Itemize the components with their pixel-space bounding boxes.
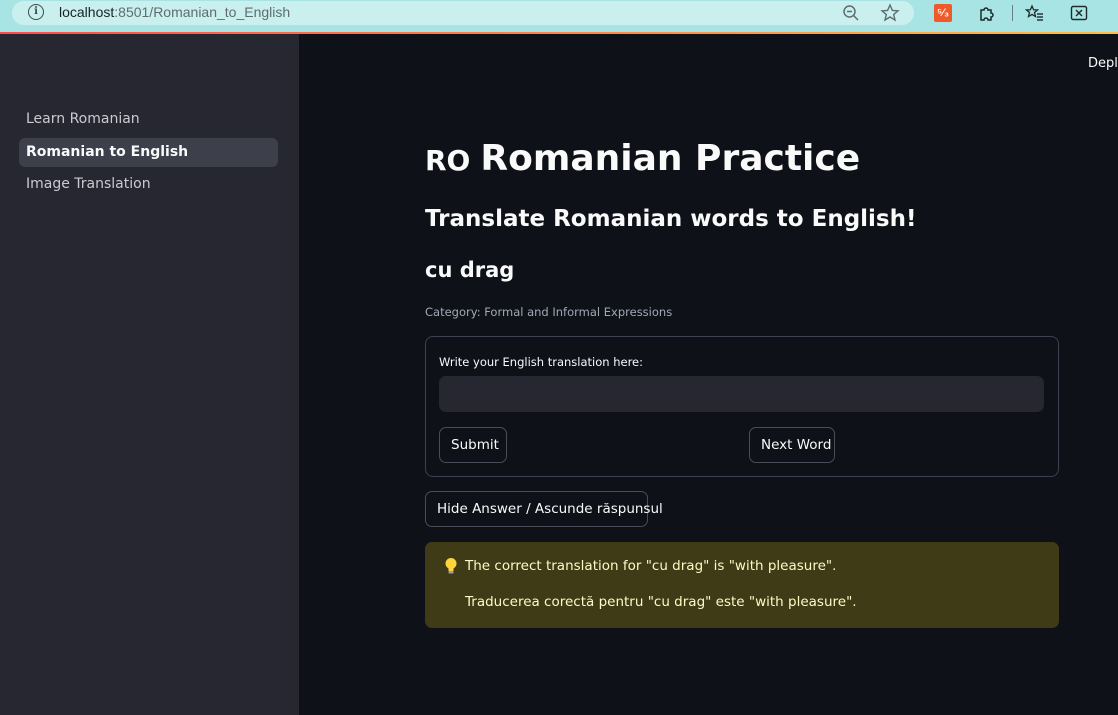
page-title-text: Romanian Practice (480, 138, 861, 179)
translation-input-label: Write your English translation here: (439, 355, 643, 369)
sidebar-item-learn-romanian[interactable]: Learn Romanian (19, 105, 278, 134)
toolbar-divider (1012, 5, 1013, 21)
answer-english: The correct translation for "cu drag" is… (465, 558, 837, 574)
browser-toolbar: i localhost:8501/Romanian_to_English ⁵⁄₃ (0, 0, 1118, 32)
lightbulb-icon (445, 558, 457, 574)
url-host: localhost (59, 4, 115, 20)
deploy-button[interactable]: Deploy (1088, 56, 1118, 71)
extensions-puzzle-icon[interactable] (977, 3, 997, 23)
sidebar (0, 34, 299, 715)
favorite-star-icon[interactable] (880, 3, 900, 23)
url-path: :8501/Romanian_to_English (114, 4, 291, 20)
translation-input[interactable] (439, 376, 1044, 412)
favorites-list-icon[interactable] (1025, 3, 1045, 23)
next-word-button[interactable]: Next Word (749, 427, 835, 463)
romanian-word: cu drag (425, 258, 515, 282)
answer-info-box (425, 542, 1059, 628)
sidebar-item-romanian-to-english[interactable]: Romanian to English (19, 138, 278, 167)
url-text[interactable]: localhost:8501/Romanian_to_English (59, 4, 290, 20)
romania-flag-label: RO (425, 144, 471, 177)
sidebar-item-image-translation[interactable]: Image Translation (19, 170, 278, 199)
extension-icon[interactable]: ⁵⁄₃ (934, 4, 952, 22)
submit-button[interactable]: Submit (439, 427, 507, 463)
answer-romanian: Traducerea corectă pentru "cu drag" este… (465, 594, 857, 610)
hide-answer-button[interactable]: Hide Answer / Ascunde răspunsul (425, 491, 663, 527)
info-icon[interactable]: i (28, 4, 44, 20)
word-category: Category: Formal and Informal Expression… (425, 305, 673, 319)
page-subtitle: Translate Romanian words to English! (425, 206, 917, 232)
screenshot-icon[interactable] (1069, 3, 1089, 23)
zoom-out-icon[interactable] (842, 4, 860, 22)
page-title: RO Romanian Practice (425, 138, 860, 179)
